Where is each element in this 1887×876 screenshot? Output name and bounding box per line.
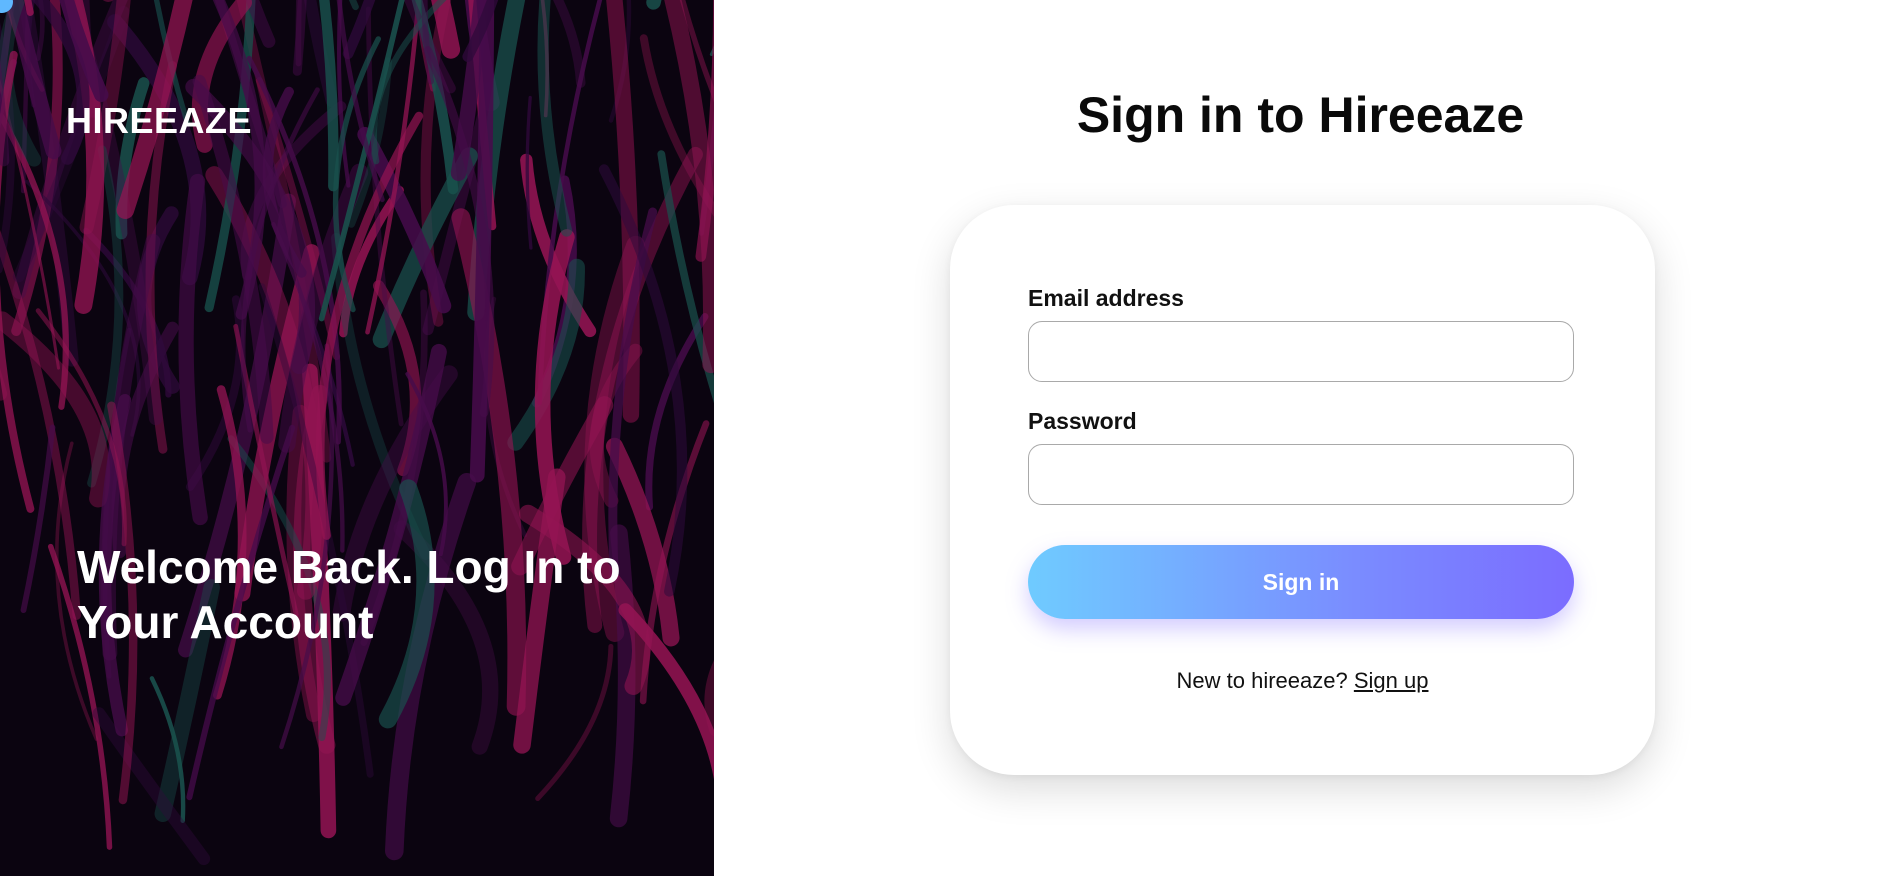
signup-row: New to hireeaze? Sign up — [950, 668, 1655, 694]
email-label: Email address — [1028, 285, 1184, 311]
password-field[interactable] — [1028, 444, 1574, 505]
brand-logo: HIREEAZE — [66, 100, 253, 141]
page-title: Sign in to Hireeaze — [1076, 87, 1525, 143]
sign-in-button[interactable]: Sign in — [1028, 545, 1574, 619]
email-field[interactable] — [1028, 321, 1574, 382]
sign-up-link[interactable]: Sign up — [1354, 668, 1429, 693]
signin-card: Email address Password Sign in New to hi… — [950, 205, 1655, 775]
signin-panel: Sign in to Hireeaze Email address Passwo… — [714, 0, 1887, 876]
login-page: HIREEAZE Welcome Back. Log In to Your Ac… — [0, 0, 1887, 876]
password-label: Password — [1028, 408, 1137, 434]
hero-panel: HIREEAZE Welcome Back. Log In to Your Ac… — [0, 0, 714, 876]
signup-prompt: New to hireeaze? — [1176, 668, 1348, 693]
hero-headline: Welcome Back. Log In to Your Account — [77, 541, 621, 648]
